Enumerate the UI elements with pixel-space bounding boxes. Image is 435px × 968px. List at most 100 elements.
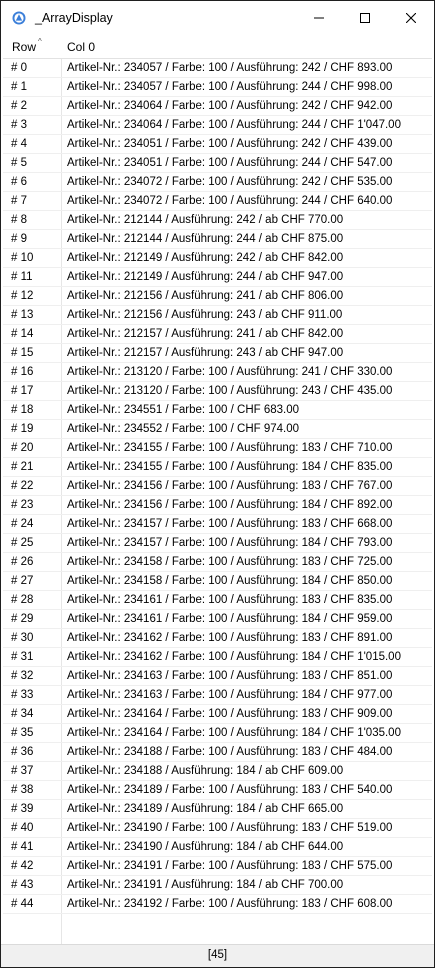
array-display-window: _ArrayDisplay ^ Row Col 0 # 0 Artikel-Nr.… [0,0,435,968]
table-row[interactable]: # 20 Artikel-Nr.: 234155 / Farbe: 100 / A… [3,439,432,458]
table-row[interactable]: # 43 Artikel-Nr.: 234191 / Ausführung: 18… [3,876,432,895]
table-row[interactable]: # 14 Artikel-Nr.: 212157 / Ausführung: 24… [3,325,432,344]
table-row[interactable]: # 33 Artikel-Nr.: 234163 / Farbe: 100 / A… [3,686,432,705]
row-value-cell: Artikel-Nr.: 234552 / Farbe: 100 / CHF 9… [67,423,300,435]
row-value-cell: Artikel-Nr.: 234188 / Farbe: 100 / Ausfü… [67,746,393,758]
row-value-cell: Artikel-Nr.: 234551 / Farbe: 100 / CHF 6… [67,404,300,416]
maximize-icon [360,12,370,23]
table-row[interactable]: # 44 Artikel-Nr.: 234192 / Farbe: 100 / A… [3,895,432,914]
table-row[interactable]: # 41 Artikel-Nr.: 234190 / Ausführung: 18… [3,838,432,857]
table-row[interactable]: # 7 Artikel-Nr.: 234072 / Farbe: 100 / Au… [3,192,432,211]
row-value-cell: Artikel-Nr.: 234157 / Farbe: 100 / Ausfü… [67,537,393,549]
table-row[interactable]: # 3 Artikel-Nr.: 234064 / Farbe: 100 / Au… [3,116,432,135]
table-row[interactable]: # 12 Artikel-Nr.: 212156 / Ausführung: 24… [3,287,432,306]
table-row[interactable]: # 29 Artikel-Nr.: 234161 / Farbe: 100 / A… [3,610,432,629]
table-row[interactable]: # 32 Artikel-Nr.: 234163 / Farbe: 100 / A… [3,667,432,686]
row-index-cell: # 35 [11,727,34,739]
table-row[interactable]: # 28 Artikel-Nr.: 234161 / Farbe: 100 / A… [3,591,432,610]
header-row-column[interactable]: ^ Row [12,38,42,55]
header-col-0[interactable]: Col 0 [67,40,95,54]
table-row[interactable]: # 15 Artikel-Nr.: 212157 / Ausführung: 24… [3,344,432,363]
row-value-cell: Artikel-Nr.: 234156 / Farbe: 100 / Ausfü… [67,499,393,511]
row-value-cell: Artikel-Nr.: 234064 / Farbe: 100 / Ausfü… [67,100,393,112]
row-index-cell: # 30 [11,632,34,644]
table-row[interactable]: # 11 Artikel-Nr.: 212149 / Ausführung: 24… [3,268,432,287]
app-icon [12,11,26,25]
row-index-cell: # 10 [11,252,34,264]
row-index-cell: # 18 [11,404,34,416]
row-value-cell: Artikel-Nr.: 234158 / Farbe: 100 / Ausfü… [67,556,393,568]
table-row[interactable]: # 2 Artikel-Nr.: 234064 / Farbe: 100 / Au… [3,97,432,116]
row-value-cell: Artikel-Nr.: 234192 / Farbe: 100 / Ausfü… [67,898,393,910]
minimize-button[interactable] [296,1,342,34]
table-row[interactable]: # 27 Artikel-Nr.: 234158 / Farbe: 100 / A… [3,572,432,591]
row-index-cell: # 23 [11,499,34,511]
table-row[interactable]: # 42 Artikel-Nr.: 234191 / Farbe: 100 / A… [3,857,432,876]
row-index-cell: # 12 [11,290,34,302]
table-row[interactable]: # 23 Artikel-Nr.: 234156 / Farbe: 100 / A… [3,496,432,515]
table-row[interactable]: # 19 Artikel-Nr.: 234552 / Farbe: 100 / C… [3,420,432,439]
row-value-cell: Artikel-Nr.: 213120 / Farbe: 100 / Ausfü… [67,385,393,397]
row-index-cell: # 41 [11,841,34,853]
row-index-cell: # 3 [11,119,27,131]
table-row[interactable]: # 26 Artikel-Nr.: 234158 / Farbe: 100 / A… [3,553,432,572]
row-index-cell: # 44 [11,898,34,910]
row-value-cell: Artikel-Nr.: 234190 / Farbe: 100 / Ausfü… [67,822,393,834]
table-row[interactable]: # 6 Artikel-Nr.: 234072 / Farbe: 100 / Au… [3,173,432,192]
row-index-cell: # 14 [11,328,34,340]
table-row[interactable]: # 22 Artikel-Nr.: 234156 / Farbe: 100 / A… [3,477,432,496]
table-row[interactable]: # 5 Artikel-Nr.: 234051 / Farbe: 100 / Au… [3,154,432,173]
table-row[interactable]: # 21 Artikel-Nr.: 234155 / Farbe: 100 / A… [3,458,432,477]
row-value-cell: Artikel-Nr.: 234072 / Farbe: 100 / Ausfü… [67,176,393,188]
table-row[interactable]: # 25 Artikel-Nr.: 234157 / Farbe: 100 / A… [3,534,432,553]
sort-ascending-icon: ^ [38,37,42,46]
table-row[interactable]: # 8 Artikel-Nr.: 212144 / Ausführung: 242… [3,211,432,230]
row-value-cell: Artikel-Nr.: 234057 / Farbe: 100 / Ausfü… [67,81,393,93]
close-icon [406,12,416,23]
table-row[interactable]: # 1 Artikel-Nr.: 234057 / Farbe: 100 / Au… [3,78,432,97]
table-row[interactable]: # 35 Artikel-Nr.: 234164 / Farbe: 100 / A… [3,724,432,743]
table-row[interactable]: # 16 Artikel-Nr.: 213120 / Farbe: 100 / A… [3,363,432,382]
close-button[interactable] [388,1,434,34]
table-row[interactable]: # 37 Artikel-Nr.: 234188 / Ausführung: 18… [3,762,432,781]
row-value-cell: Artikel-Nr.: 234163 / Farbe: 100 / Ausfü… [67,689,393,701]
table-row[interactable]: # 31 Artikel-Nr.: 234162 / Farbe: 100 / A… [3,648,432,667]
table-row[interactable]: # 9 Artikel-Nr.: 212144 / Ausführung: 244… [3,230,432,249]
row-value-cell: Artikel-Nr.: 234164 / Farbe: 100 / Ausfü… [67,708,393,720]
table-row[interactable]: # 40 Artikel-Nr.: 234190 / Farbe: 100 / A… [3,819,432,838]
table-row[interactable]: # 30 Artikel-Nr.: 234162 / Farbe: 100 / A… [3,629,432,648]
table-row[interactable]: # 10 Artikel-Nr.: 212149 / Ausführung: 24… [3,249,432,268]
row-value-cell: Artikel-Nr.: 212157 / Ausführung: 241 / … [67,328,344,340]
table-row[interactable]: # 0 Artikel-Nr.: 234057 / Farbe: 100 / Au… [3,59,432,78]
table-row[interactable]: # 4 Artikel-Nr.: 234051 / Farbe: 100 / Au… [3,135,432,154]
table-row[interactable]: # 24 Artikel-Nr.: 234157 / Farbe: 100 / A… [3,515,432,534]
table-row[interactable]: # 38 Artikel-Nr.: 234189 / Farbe: 100 / A… [3,781,432,800]
table-row[interactable]: # 36 Artikel-Nr.: 234188 / Farbe: 100 / A… [3,743,432,762]
row-index-cell: # 27 [11,575,34,587]
row-index-cell: # 26 [11,556,34,568]
table-row[interactable]: # 13 Artikel-Nr.: 212156 / Ausführung: 24… [3,306,432,325]
window-title: _ArrayDisplay [35,11,113,25]
row-index-cell: # 33 [11,689,34,701]
list-header: ^ Row Col 0 [3,34,432,59]
row-index-cell: # 21 [11,461,34,473]
row-value-cell: Artikel-Nr.: 212157 / Ausführung: 243 / … [67,347,344,359]
row-value-cell: Artikel-Nr.: 212149 / Ausführung: 244 / … [67,271,344,283]
row-value-cell: Artikel-Nr.: 234164 / Farbe: 100 / Ausfü… [67,727,401,739]
row-value-cell: Artikel-Nr.: 234156 / Farbe: 100 / Ausfü… [67,480,393,492]
row-value-cell: Artikel-Nr.: 234188 / Ausführung: 184 / … [67,765,344,777]
row-value-cell: Artikel-Nr.: 212144 / Ausführung: 244 / … [67,233,344,245]
title-bar[interactable]: _ArrayDisplay [1,1,434,34]
table-row[interactable]: # 18 Artikel-Nr.: 234551 / Farbe: 100 / C… [3,401,432,420]
array-listview[interactable]: ^ Row Col 0 # 0 Artikel-Nr.: 234057 / Far… [3,34,432,944]
row-value-cell: Artikel-Nr.: 234163 / Farbe: 100 / Ausfü… [67,670,393,682]
row-value-cell: Artikel-Nr.: 234190 / Ausführung: 184 / … [67,841,344,853]
row-index-cell: # 40 [11,822,34,834]
row-index-cell: # 0 [11,62,27,74]
row-index-cell: # 1 [11,81,27,93]
table-row[interactable]: # 17 Artikel-Nr.: 213120 / Farbe: 100 / A… [3,382,432,401]
table-row[interactable]: # 39 Artikel-Nr.: 234189 / Ausführung: 18… [3,800,432,819]
table-row[interactable]: # 34 Artikel-Nr.: 234164 / Farbe: 100 / A… [3,705,432,724]
maximize-button[interactable] [342,1,388,34]
row-value-cell: Artikel-Nr.: 212144 / Ausführung: 242 / … [67,214,344,226]
